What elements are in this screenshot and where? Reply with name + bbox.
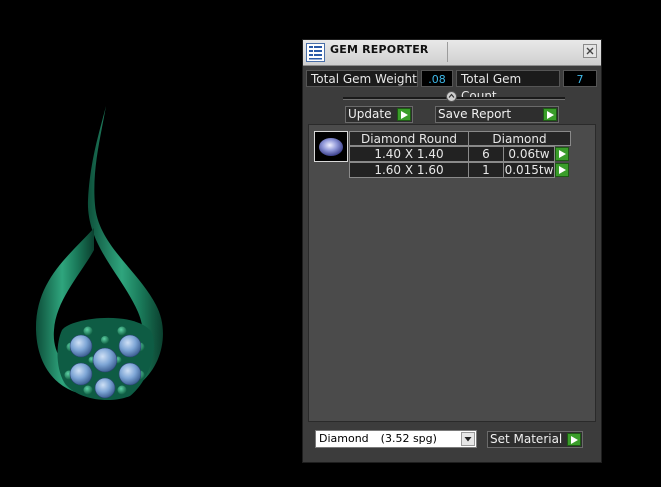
title-bar[interactable]: GEM REPORTER: [303, 40, 601, 66]
row-1-size: 1.40 X 1.40: [349, 146, 469, 162]
row-1-count: 6: [468, 146, 504, 162]
play-arrow-icon: [559, 166, 566, 174]
material-select[interactable]: Diamond (3.52 spg): [315, 430, 477, 448]
close-button[interactable]: [583, 44, 597, 58]
total-gem-weight-value: .08: [421, 70, 453, 87]
title-divider: [447, 42, 448, 62]
column-header-shape: Diamond Round: [349, 131, 469, 146]
diamond-icon: [319, 138, 343, 156]
row-1-weight: 0.06tw: [503, 146, 555, 162]
save-report-button[interactable]: Save Report: [435, 106, 559, 123]
chevron-down-icon[interactable]: [461, 432, 475, 446]
column-header-material: Diamond: [468, 131, 571, 146]
play-arrow-icon: [397, 108, 411, 121]
splitter-handle[interactable]: [446, 91, 457, 102]
row-2-weight: 0.015tw: [503, 162, 555, 178]
row-2-count: 1: [468, 162, 504, 178]
row-2-size: 1.60 X 1.60: [349, 162, 469, 178]
save-report-button-label: Save Report: [438, 107, 512, 121]
total-gem-count-value: 7: [563, 70, 597, 87]
gem-report-list: Diamond Round Diamond 1.40 X 1.40 6 0.06…: [308, 124, 596, 422]
model-viewport[interactable]: [0, 0, 300, 483]
set-material-button-label: Set Material: [490, 432, 563, 446]
row-1-select-button[interactable]: [555, 147, 569, 161]
gem-thumbnail: [314, 131, 348, 162]
gem-reporter-panel: GEM REPORTER Total Gem Weight .08 Total …: [302, 39, 602, 463]
total-gem-count-label: Total Gem Count: [456, 70, 560, 103]
material-select-value: Diamond: [319, 432, 369, 445]
panel-title: GEM REPORTER: [330, 43, 429, 56]
update-button[interactable]: Update: [345, 106, 413, 123]
play-arrow-icon: [543, 108, 557, 121]
update-button-label: Update: [348, 107, 392, 121]
pendant-model: [35, 106, 163, 401]
close-icon: [586, 47, 594, 55]
play-arrow-icon: [567, 433, 581, 446]
set-material-button[interactable]: Set Material: [487, 431, 583, 448]
total-gem-weight-label: Total Gem Weight: [306, 70, 418, 87]
play-arrow-icon: [559, 150, 566, 158]
gem-reporter-icon: [306, 43, 325, 62]
row-2-select-button[interactable]: [555, 163, 569, 177]
material-spg: (3.52 spg): [380, 432, 437, 445]
